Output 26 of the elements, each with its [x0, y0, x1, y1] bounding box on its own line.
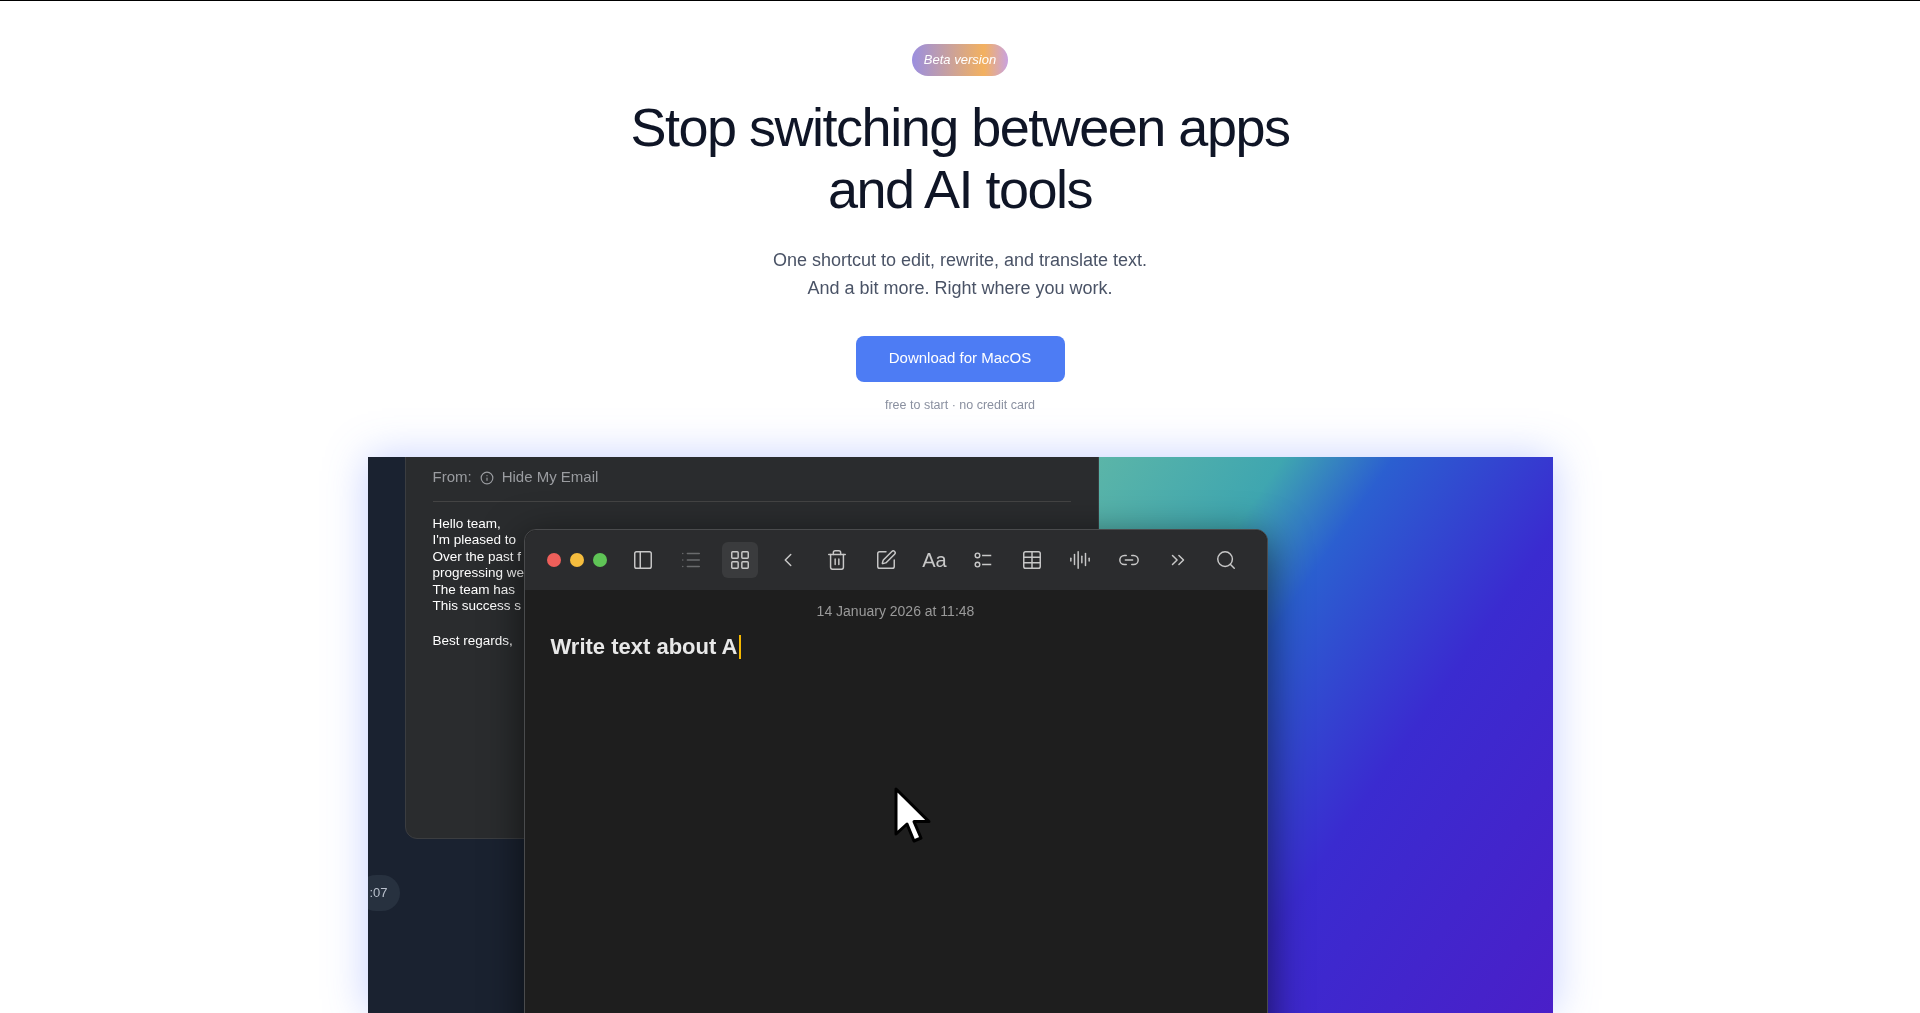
pricing-note: free to start · no credit card — [884, 396, 1036, 414]
mail-signoff: Best regards, — [432, 631, 513, 650]
text-caret — [738, 634, 741, 659]
info-icon — [479, 470, 494, 485]
note-date: 14 January 2026 at 11:48 — [815, 602, 976, 622]
headline: Stop switching between apps and AI tools — [630, 95, 1290, 220]
format-button[interactable]: Aa — [916, 542, 953, 579]
minimize-icon[interactable] — [569, 553, 584, 568]
beta-badge: Beta version — [911, 44, 1009, 76]
time-pill: :07 — [367, 875, 400, 911]
note-text: Write text about A — [550, 633, 738, 662]
mail-body: Hello team, I'm pleased to Over the past f progressing we The team has This success s — [432, 515, 525, 615]
from-label: From: — [432, 467, 472, 488]
audio-icon — [1069, 549, 1092, 572]
sender-name: Hide My Email — [501, 467, 599, 488]
subtitle: One shortcut to edit, rewrite, and translate text. And a bit more. Right where you work. — [772, 248, 1148, 300]
trash-icon — [826, 549, 849, 572]
compose-icon — [874, 549, 897, 572]
close-icon[interactable] — [546, 553, 561, 568]
sidebar-icon — [631, 549, 654, 572]
table-icon — [1020, 549, 1043, 572]
grid-button[interactable] — [721, 542, 758, 579]
grid-icon — [728, 549, 751, 572]
download-button[interactable]: Download for MacOS — [855, 335, 1065, 382]
zoom-icon[interactable] — [592, 553, 607, 568]
search-icon — [1215, 549, 1238, 572]
